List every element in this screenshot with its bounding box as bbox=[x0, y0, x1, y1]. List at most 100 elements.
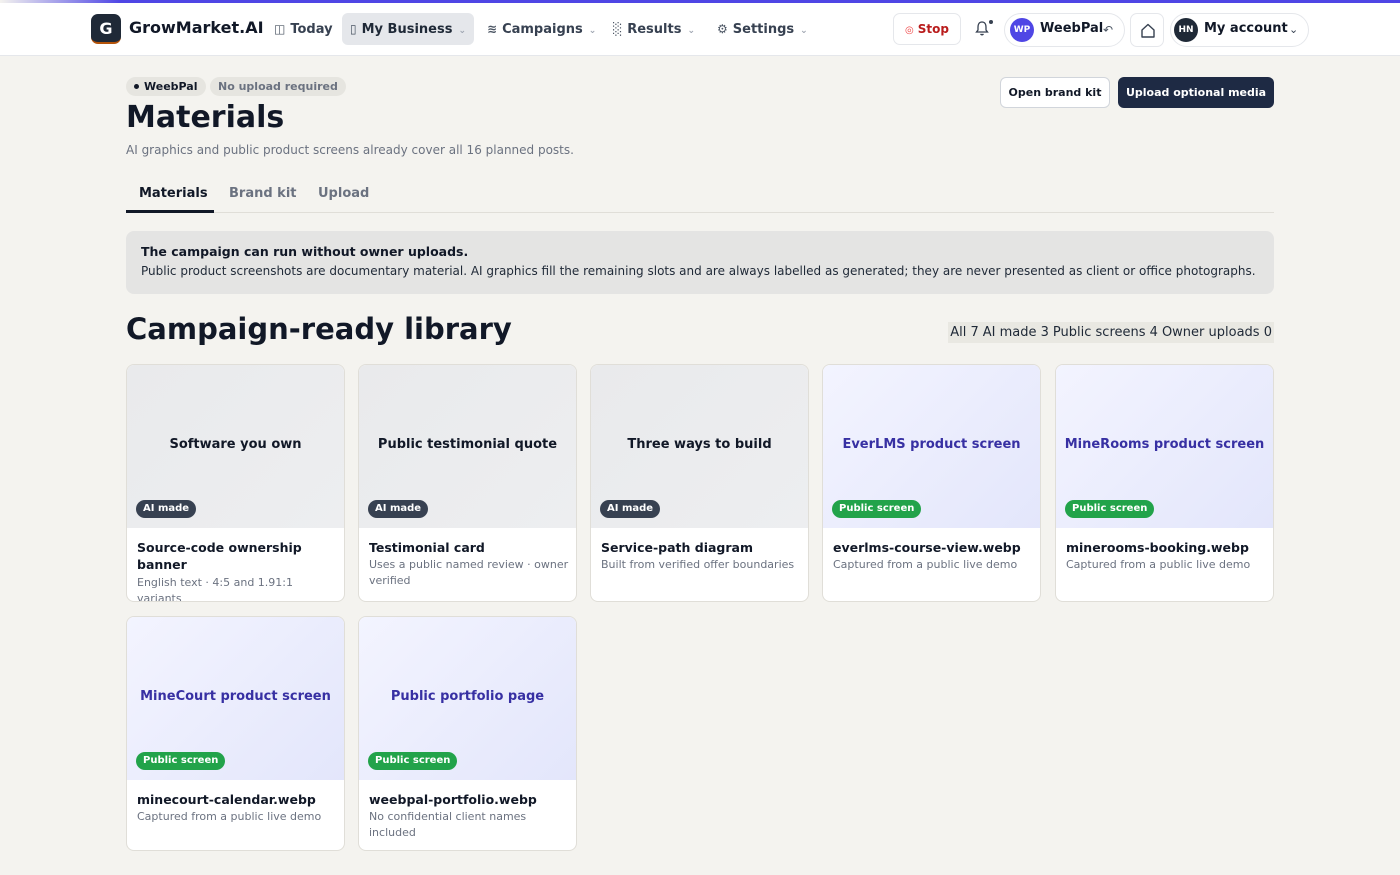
home-button[interactable] bbox=[1130, 13, 1164, 47]
tablet-icon: ▯ bbox=[350, 22, 357, 36]
material-card[interactable]: MineRooms product screen Public screen m… bbox=[1055, 364, 1274, 602]
material-card[interactable]: MineCourt product screen Public screen m… bbox=[126, 616, 345, 851]
business-avatar: WP bbox=[1010, 18, 1034, 42]
notification-dot bbox=[989, 20, 993, 24]
card-preview-title: Software you own bbox=[169, 437, 302, 452]
stop-icon: ◎ bbox=[905, 25, 914, 36]
nav-results-label: Results bbox=[627, 22, 682, 37]
ai-made-badge: AI made bbox=[368, 500, 429, 518]
tab-upload[interactable]: Upload bbox=[318, 186, 369, 201]
nav-settings[interactable]: ⚙ Settings ⌄ bbox=[709, 13, 816, 45]
info-notice: The campaign can run without owner uploa… bbox=[126, 231, 1274, 294]
filter-public-screens-label: Public screens bbox=[1052, 325, 1146, 340]
card-preview-title: Public portfolio page bbox=[390, 689, 545, 704]
ai-made-badge: AI made bbox=[600, 500, 661, 518]
app-logo[interactable]: G bbox=[91, 14, 121, 44]
material-card[interactable]: Public testimonial quote AI made Testimo… bbox=[358, 364, 577, 602]
nav-settings-label: Settings bbox=[732, 22, 795, 37]
nav-my-business[interactable]: ▯ My Business ⌄ bbox=[342, 13, 474, 45]
nav-today[interactable]: ◫ Today bbox=[266, 13, 341, 45]
tab-materials[interactable]: Materials bbox=[139, 186, 208, 201]
account-avatar: HN bbox=[1174, 18, 1198, 42]
nav-today-label: Today bbox=[290, 22, 333, 37]
upload-optional-media-button[interactable]: Upload optional media bbox=[1118, 77, 1274, 108]
card-meta: Uses a public named review · owner verif… bbox=[369, 558, 569, 587]
library-title: Campaign-ready library bbox=[126, 312, 512, 346]
card-preview: Software you own AI made bbox=[127, 365, 344, 528]
account-menu[interactable]: HN My account ⌄ bbox=[1170, 13, 1309, 47]
material-card[interactable]: EverLMS product screen Public screen eve… bbox=[822, 364, 1041, 602]
public-screen-badge: Public screen bbox=[1065, 500, 1155, 518]
filter-owner-uploads-label: Owner uploads bbox=[1161, 325, 1260, 340]
tabs-divider bbox=[126, 212, 1274, 213]
filter-ai-made-count: 3 bbox=[1040, 325, 1049, 340]
open-brand-kit-button[interactable]: Open brand kit bbox=[1000, 77, 1110, 108]
card-preview-title: MineRooms product screen bbox=[1064, 437, 1265, 452]
filter-owner-uploads[interactable]: Owner uploads 0 bbox=[1159, 322, 1274, 343]
material-card[interactable]: Public portfolio page Public screen weeb… bbox=[358, 616, 577, 851]
card-preview: Public portfolio page Public screen bbox=[359, 617, 576, 780]
card-preview: EverLMS product screen Public screen bbox=[823, 365, 1040, 528]
app-name[interactable]: GrowMarket.AI bbox=[129, 18, 264, 37]
card-preview: MineRooms product screen Public screen bbox=[1056, 365, 1273, 528]
card-meta: Captured from a public live demo bbox=[137, 810, 322, 823]
chevron-down-icon: ⌄ bbox=[687, 26, 696, 36]
card-meta: Built from verified offer boundaries bbox=[601, 558, 795, 571]
dot-icon bbox=[134, 83, 139, 89]
filter-all-count: 7 bbox=[970, 325, 979, 340]
card-preview-title: MineCourt product screen bbox=[140, 689, 331, 704]
page-subtitle: AI graphics and public product screens a… bbox=[126, 143, 574, 157]
material-card[interactable]: Software you own AI made Source-code own… bbox=[126, 364, 345, 602]
filter-public-screens-count: 4 bbox=[1149, 325, 1158, 340]
card-file-name: Source-code ownership banner bbox=[137, 540, 302, 572]
account-label: My account bbox=[1204, 21, 1288, 36]
status-chip: No upload required bbox=[210, 77, 346, 96]
library-filters: All 7 AI made 3 Public screens 4 Owner u… bbox=[948, 322, 1274, 343]
card-preview-title: Public testimonial quote bbox=[377, 437, 558, 452]
switch-icon: ↶ bbox=[1103, 23, 1114, 37]
business-chip: WeebPal bbox=[126, 77, 206, 96]
nav-results[interactable]: ░ Results ⌄ bbox=[605, 13, 703, 45]
public-screen-badge: Public screen bbox=[832, 500, 922, 518]
gear-icon: ⚙ bbox=[717, 22, 728, 36]
public-screen-badge: Public screen bbox=[136, 752, 226, 770]
business-switcher[interactable]: WP WeebPal ↶ bbox=[1004, 13, 1125, 47]
public-screen-badge: Public screen bbox=[368, 752, 458, 770]
filter-ai-made-label: AI made bbox=[982, 325, 1037, 340]
stop-button[interactable]: ◎ Stop bbox=[893, 13, 961, 45]
nav-campaigns-label: Campaigns bbox=[502, 22, 583, 37]
card-preview-title: EverLMS product screen bbox=[842, 437, 1021, 452]
page-title: Materials bbox=[126, 100, 285, 135]
card-file-name: everlms-course-view.webp bbox=[833, 540, 1021, 555]
chevron-down-icon: ⌄ bbox=[588, 26, 597, 36]
tab-brand-kit[interactable]: Brand kit bbox=[229, 186, 297, 201]
business-chip-label: WeebPal bbox=[144, 80, 198, 93]
filter-public-screens[interactable]: Public screens 4 bbox=[1050, 322, 1160, 343]
card-file-name: minerooms-booking.webp bbox=[1066, 540, 1249, 555]
home-icon bbox=[1141, 23, 1155, 38]
chevron-down-icon: ⌄ bbox=[458, 26, 466, 36]
card-preview: Three ways to build AI made bbox=[591, 365, 808, 528]
card-file-name: minecourt-calendar.webp bbox=[137, 792, 316, 807]
card-meta: English text · 4:5 and 1.91:1 variants bbox=[137, 576, 294, 602]
inbox-icon: ◫ bbox=[274, 22, 286, 36]
card-preview: Public testimonial quote AI made bbox=[359, 365, 576, 528]
card-file-name: weebpal-portfolio.webp bbox=[369, 792, 537, 807]
card-preview-title: Three ways to build bbox=[627, 437, 772, 452]
card-preview: MineCourt product screen Public screen bbox=[127, 617, 344, 780]
stop-button-label: Stop bbox=[917, 22, 949, 36]
layers-icon: ≋ bbox=[487, 22, 498, 36]
notice-body: Public product screenshots are documenta… bbox=[141, 264, 1256, 278]
nav-campaigns[interactable]: ≋ Campaigns ⌄ bbox=[479, 13, 604, 45]
bar-chart-icon: ░ bbox=[613, 22, 623, 36]
card-file-name: Service-path diagram bbox=[601, 540, 754, 555]
card-meta: Captured from a public live demo bbox=[833, 558, 1018, 571]
notice-title: The campaign can run without owner uploa… bbox=[141, 244, 469, 259]
card-meta: No confidential client names included bbox=[369, 810, 527, 839]
filter-all[interactable]: All 7 bbox=[948, 322, 981, 343]
card-file-name: Testimonial card bbox=[369, 540, 485, 555]
filter-ai-made[interactable]: AI made 3 bbox=[980, 322, 1051, 343]
material-card[interactable]: Three ways to build AI made Service-path… bbox=[590, 364, 809, 602]
chevron-down-icon: ⌄ bbox=[800, 26, 808, 36]
card-meta: Captured from a public live demo bbox=[1066, 558, 1251, 571]
